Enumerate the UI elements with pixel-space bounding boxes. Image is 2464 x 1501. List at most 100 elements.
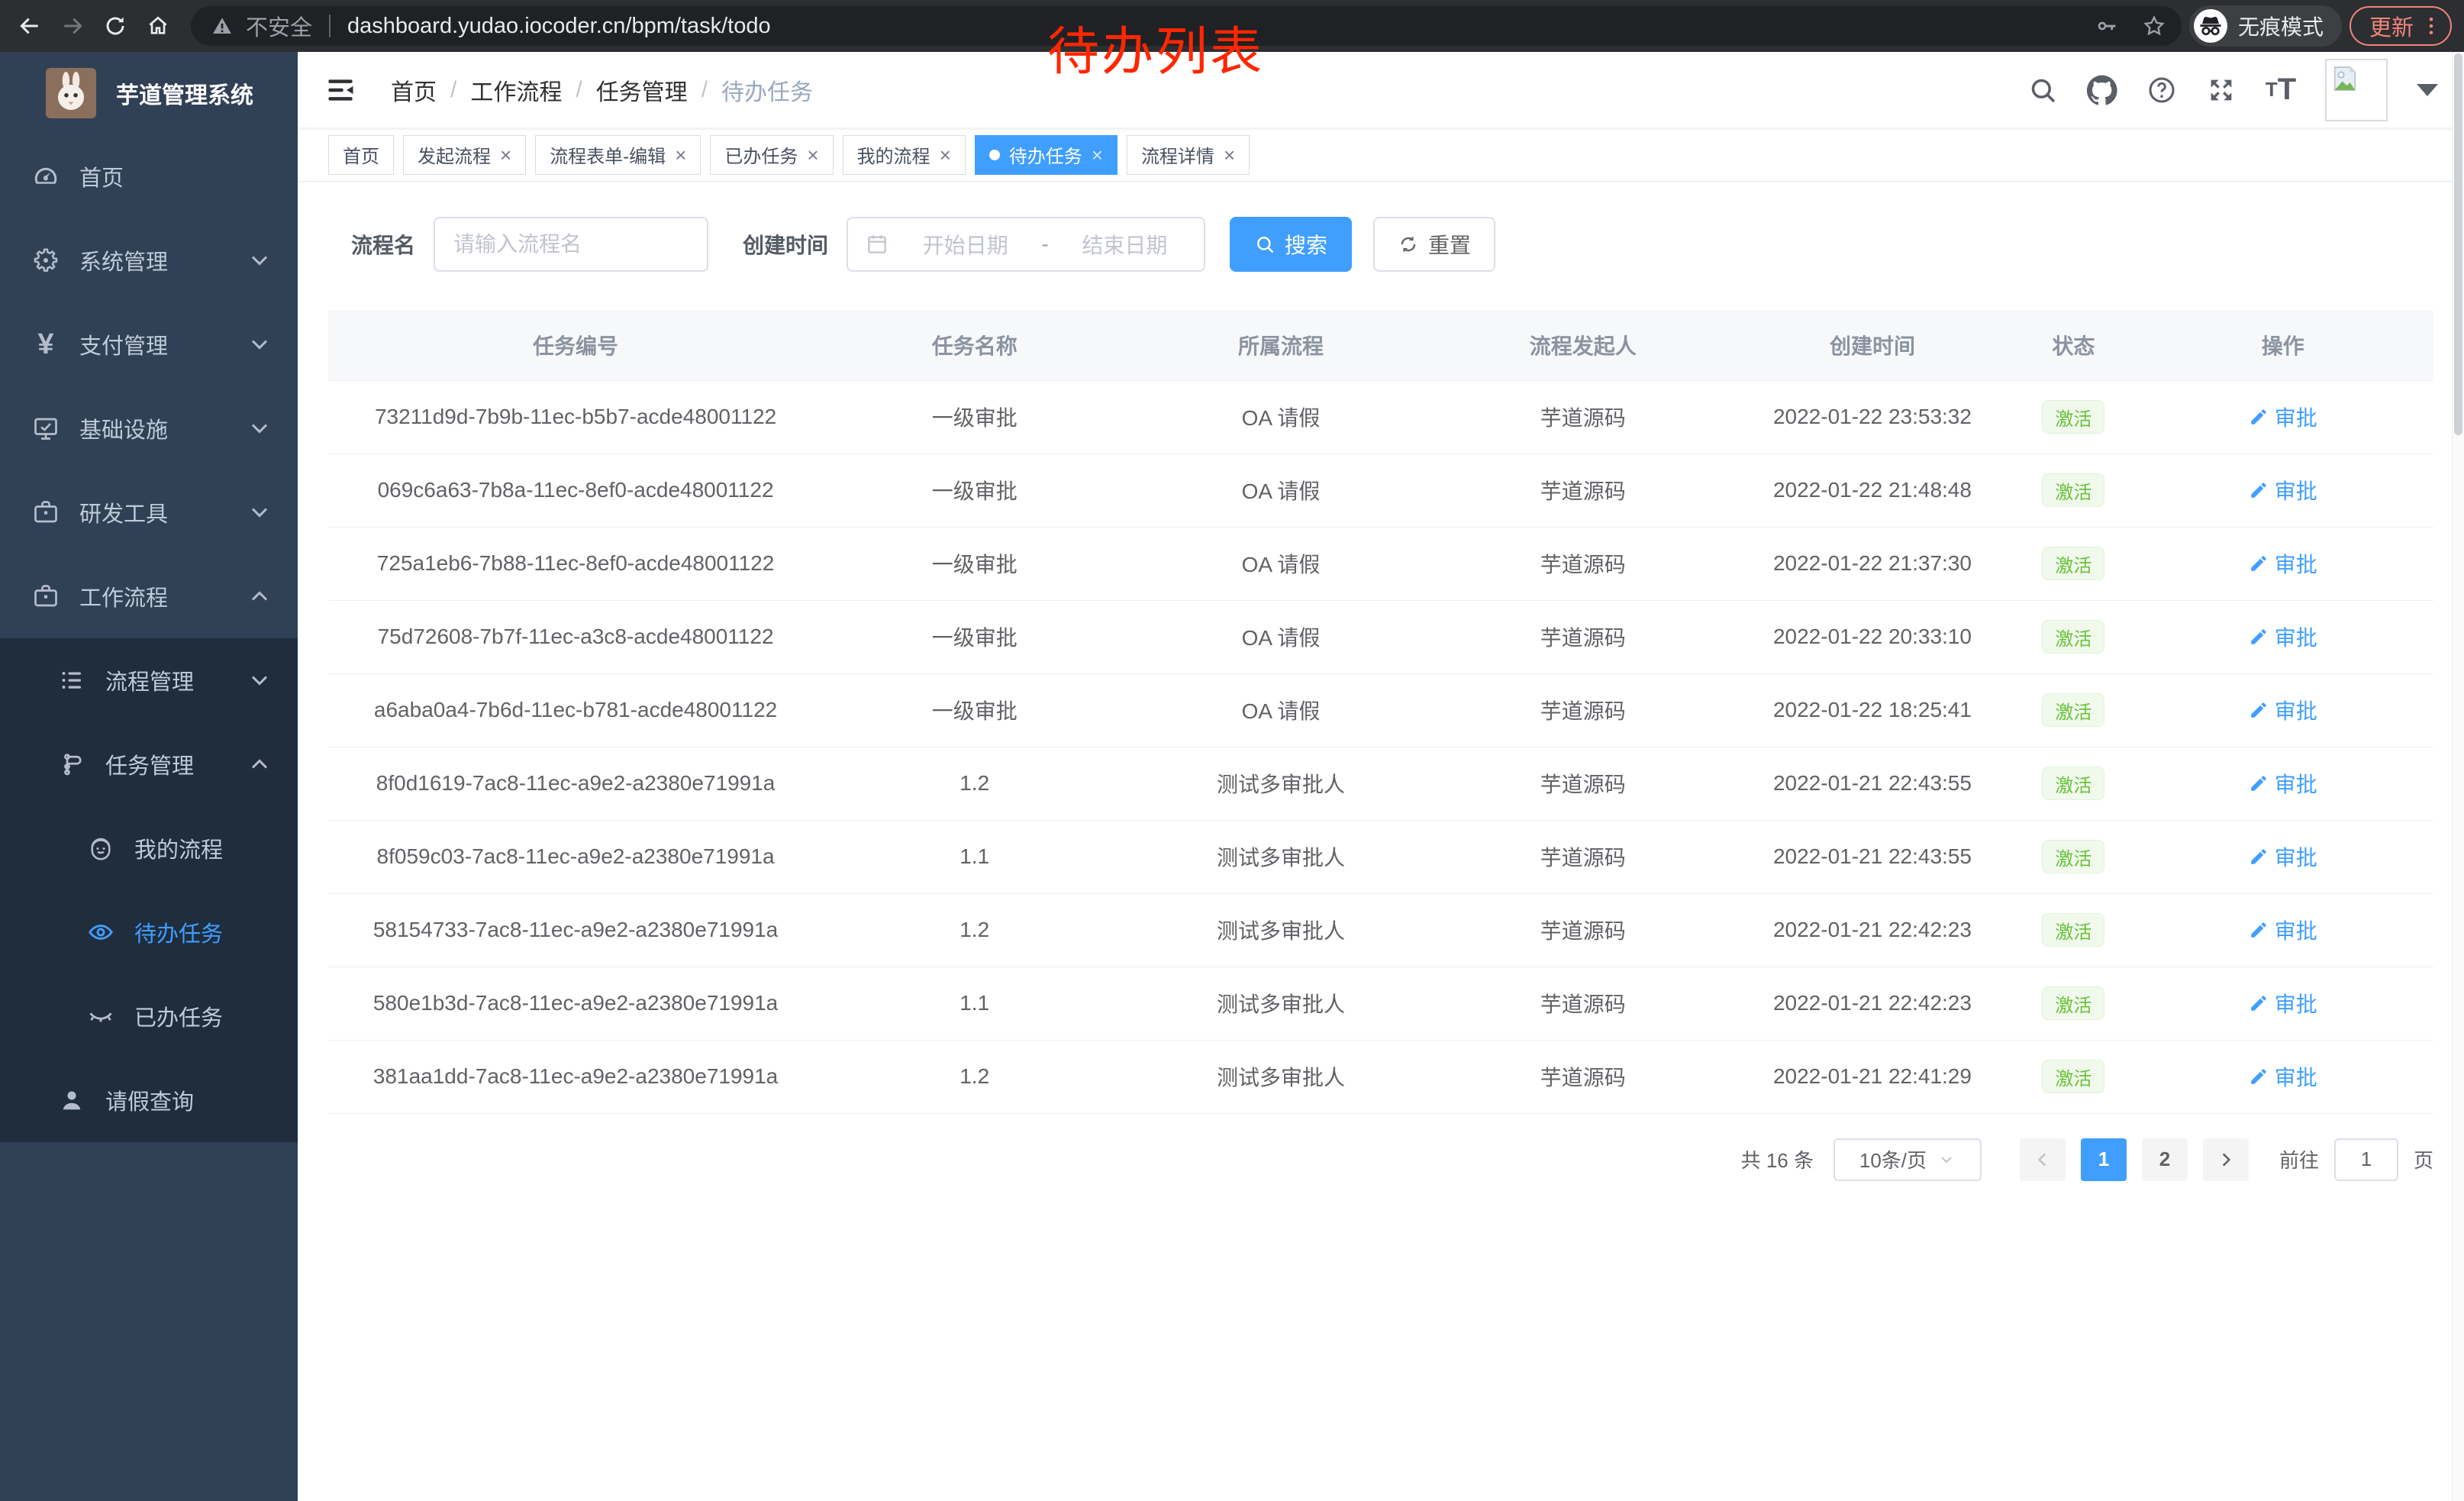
browser-back-button[interactable] (12, 8, 47, 44)
browser-update-button[interactable]: 更新 (2350, 6, 2452, 46)
close-icon[interactable]: × (1092, 145, 1103, 165)
approve-link[interactable]: 审批 (2249, 915, 2317, 945)
close-icon[interactable]: × (500, 145, 511, 165)
breadcrumb-item-1[interactable]: 工作流程 (470, 73, 562, 107)
address-bar[interactable]: 不安全 dashboard.yudao.iocoder.cn/bpm/task/… (191, 6, 2182, 46)
browser-reload-button[interactable] (98, 8, 133, 44)
cell-starter: 芋道源码 (1436, 380, 1730, 454)
sidebar-item-1[interactable]: 系统管理 (0, 218, 298, 302)
tab-6[interactable]: 流程详情× (1127, 135, 1250, 175)
prev-page-button[interactable] (2020, 1138, 2066, 1181)
reset-button[interactable]: 重置 (1373, 217, 1495, 272)
scrollbar-thumb[interactable] (2454, 53, 2462, 435)
column-header: 流程发起人 (1436, 310, 1730, 380)
font-size-icon[interactable]: TT (2266, 75, 2296, 105)
sidebar-item-11[interactable]: 请假查询 (0, 1058, 298, 1142)
hamburger-icon[interactable] (324, 73, 357, 107)
table-body: 73211d9d-7b9b-11ec-b5b7-acde48001122一级审批… (328, 380, 2433, 1113)
approve-link[interactable]: 审批 (2249, 621, 2317, 652)
close-icon[interactable]: × (675, 145, 686, 165)
sidebar-item-9[interactable]: 待办任务 (0, 890, 298, 974)
cell-task-id: 73211d9d-7b9b-11ec-b5b7-acde48001122 (328, 380, 823, 454)
chevron-up-icon (246, 583, 273, 610)
pen-icon (2249, 480, 2269, 500)
table-row-4: a6aba0a4-7b6d-11ec-b781-acde48001122一级审批… (328, 673, 2433, 747)
page-button-2[interactable]: 2 (2142, 1138, 2188, 1181)
approve-link[interactable]: 审批 (2249, 768, 2317, 799)
tab-5[interactable]: 待办任务 × (975, 135, 1118, 175)
page-size-select[interactable]: 10条/页 (1833, 1138, 1982, 1181)
key-icon[interactable] (2095, 14, 2119, 38)
approve-link[interactable]: 审批 (2249, 402, 2317, 432)
sidebar-item-8[interactable]: 我的流程 (0, 806, 298, 890)
cell-create-time: 2022-01-22 18:25:41 (1730, 673, 2014, 747)
status-badge: 激活 (2042, 473, 2104, 507)
approve-label: 审批 (2275, 988, 2317, 1018)
sidebar-header[interactable]: 芋道管理系统 (0, 52, 298, 134)
fullscreen-icon[interactable] (2206, 75, 2237, 105)
sidebar-item-7[interactable]: 任务管理 (0, 722, 298, 806)
close-icon[interactable]: × (807, 145, 818, 165)
date-range-separator: - (1041, 232, 1048, 257)
sidebar-menu: 首页系统管理¥支付管理基础设施研发工具工作流程流程管理任务管理我的流程待办任务已… (0, 134, 298, 1142)
browser-forward-button[interactable] (55, 8, 90, 44)
approve-link[interactable]: 审批 (2249, 695, 2317, 725)
cell-task-name: 一级审批 (823, 527, 1126, 600)
sidebar-item-4[interactable]: 研发工具 (0, 470, 298, 554)
content: 流程名 创建时间 开始日期 - 结束日期 搜索 重置 (298, 182, 2464, 1501)
process-name-input[interactable] (434, 217, 708, 272)
tab-label: 待办任务 (1009, 141, 1082, 168)
sidebar-item-0[interactable]: 首页 (0, 134, 298, 218)
bookmark-star-icon[interactable] (2142, 14, 2166, 38)
page-scrollbar[interactable] (2452, 52, 2464, 1501)
close-icon[interactable]: × (1224, 145, 1235, 165)
breadcrumb-item-2[interactable]: 任务管理 (596, 73, 688, 107)
table-row-8: 580e1b3d-7ac8-11ec-a9e2-a2380e71991a1.1测… (328, 967, 2433, 1040)
sidebar-item-3[interactable]: 基础设施 (0, 386, 298, 470)
cell-process: 测试多审批人 (1126, 820, 1435, 893)
tab-4[interactable]: 我的流程× (843, 135, 966, 175)
cell-create-time: 2022-01-22 20:33:10 (1730, 600, 2014, 673)
close-icon[interactable]: × (940, 145, 951, 165)
sidebar-item-5[interactable]: 工作流程 (0, 554, 298, 638)
table-row-1: 069c6a63-7b8a-11ec-8ef0-acde48001122一级审批… (328, 454, 2433, 527)
breadcrumb-item-0[interactable]: 首页 (391, 73, 437, 107)
help-icon[interactable] (2146, 75, 2177, 105)
sidebar-item-label: 请假查询 (105, 1084, 194, 1116)
tab-0[interactable]: 首页 (328, 135, 394, 175)
breadcrumb-item-3: 待办任务 (721, 73, 813, 107)
cell-process: OA 请假 (1126, 380, 1435, 454)
pagination: 共 16 条 10条/页 12 前往 页 (328, 1138, 2433, 1181)
approve-link[interactable]: 审批 (2249, 1061, 2317, 1092)
cell-task-id: 8f0d1619-7ac8-11ec-a9e2-a2380e71991a (328, 747, 823, 820)
dots-vertical-icon[interactable] (2420, 15, 2443, 37)
cell-process: 测试多审批人 (1126, 967, 1435, 1040)
table-row-0: 73211d9d-7b9b-11ec-b5b7-acde48001122一级审批… (328, 380, 2433, 454)
avatar[interactable] (2325, 59, 2388, 121)
approve-link[interactable]: 审批 (2249, 841, 2317, 872)
column-header: 所属流程 (1126, 310, 1435, 380)
goto-page-input[interactable] (2334, 1138, 2398, 1181)
page-size-value: 10条/页 (1859, 1145, 1927, 1173)
cell-task-id: a6aba0a4-7b6d-11ec-b781-acde48001122 (328, 673, 823, 747)
avatar-caret-icon[interactable] (2417, 84, 2438, 96)
search-icon[interactable] (2027, 75, 2058, 105)
search-button[interactable]: 搜索 (1230, 217, 1352, 272)
approve-link[interactable]: 审批 (2249, 475, 2317, 505)
page-button-1[interactable]: 1 (2081, 1138, 2127, 1181)
browser-home-button[interactable] (140, 8, 176, 44)
tab-3[interactable]: 已办任务× (710, 135, 833, 175)
sidebar-item-10[interactable]: 已办任务 (0, 974, 298, 1058)
next-page-button[interactable] (2203, 1138, 2249, 1181)
sidebar-item-6[interactable]: 流程管理 (0, 638, 298, 722)
approve-link[interactable]: 审批 (2249, 988, 2317, 1018)
date-range-input[interactable]: 开始日期 - 结束日期 (847, 217, 1205, 272)
tab-1[interactable]: 发起流程× (403, 135, 526, 175)
status-badge: 激活 (2042, 767, 2104, 800)
sidebar-item-2[interactable]: ¥支付管理 (0, 302, 298, 386)
tab-2[interactable]: 流程表单-编辑× (535, 135, 701, 175)
approve-link[interactable]: 审批 (2249, 548, 2317, 579)
column-header: 任务编号 (328, 310, 823, 380)
github-icon[interactable] (2087, 75, 2117, 105)
start-date-placeholder: 开始日期 (903, 229, 1027, 260)
